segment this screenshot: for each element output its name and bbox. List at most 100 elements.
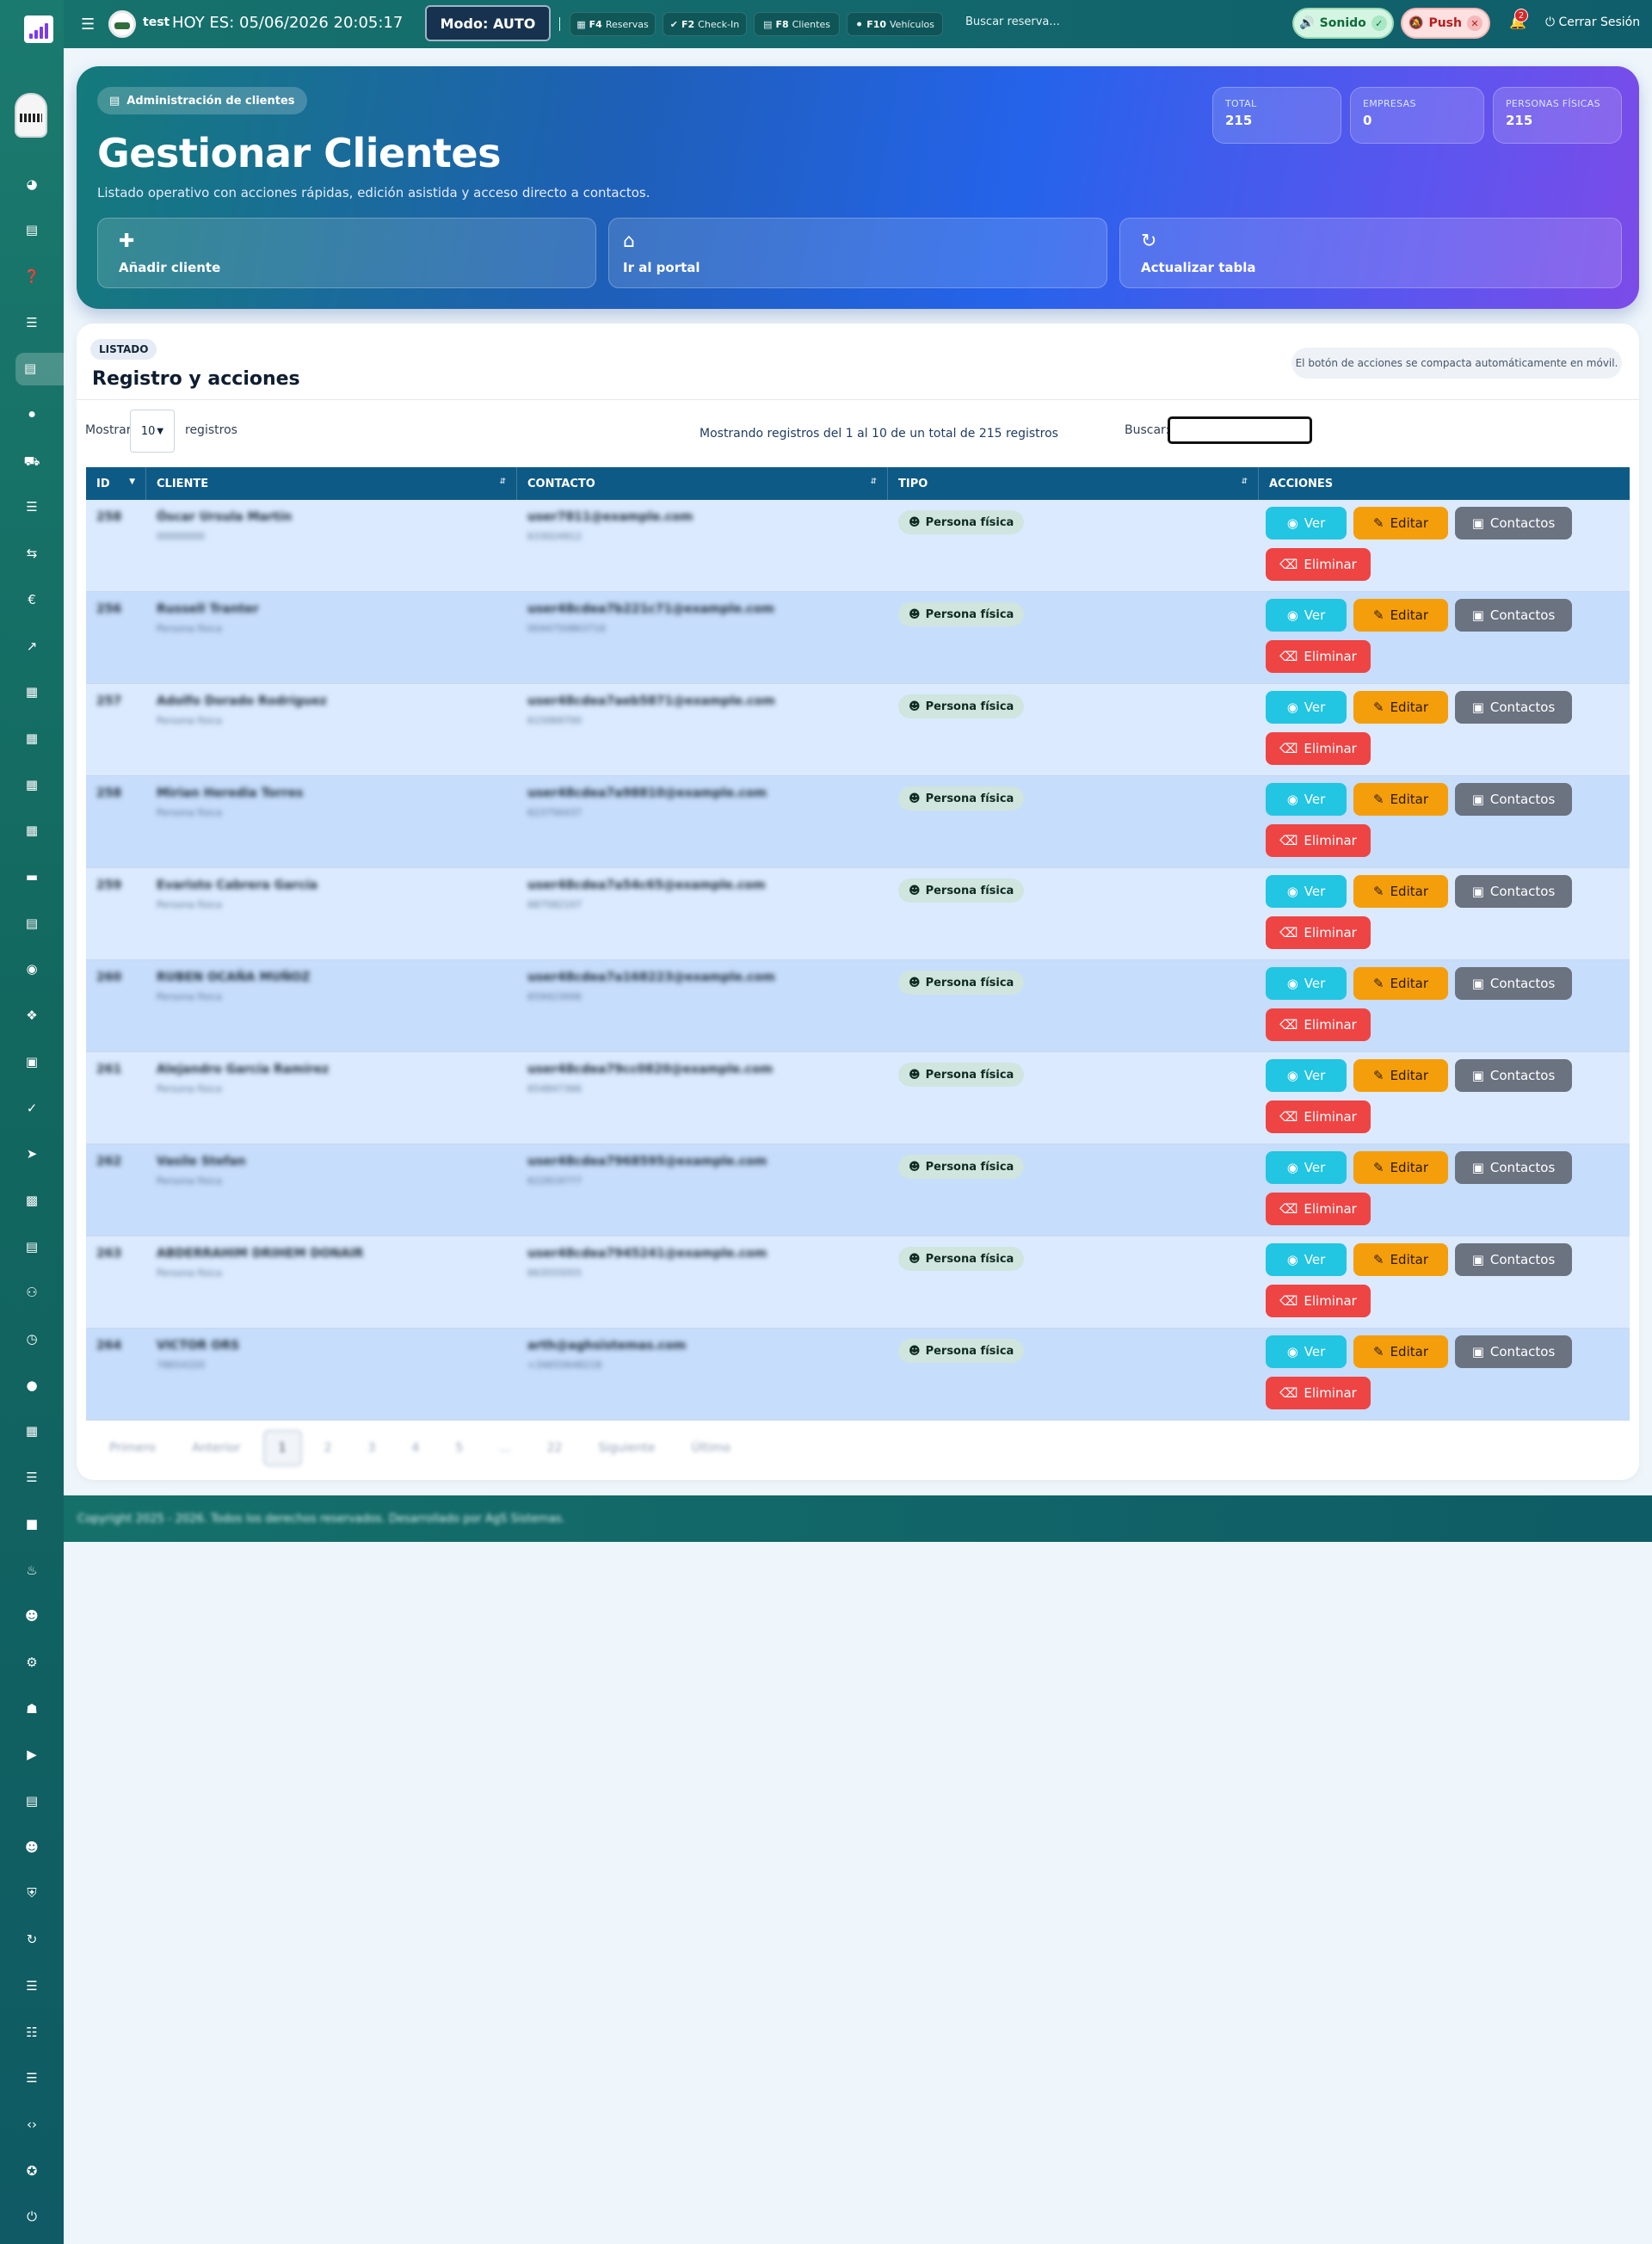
page-link[interactable]: ... xyxy=(485,1430,524,1466)
view-button[interactable]: ◉ Ver xyxy=(1266,1335,1347,1368)
page-link[interactable]: 4 xyxy=(398,1430,433,1466)
building-icon[interactable]: ▦ xyxy=(19,818,45,844)
list-ol-icon[interactable]: ☰ xyxy=(19,2066,45,2092)
logout-button[interactable]: ⏻ Cerrar Sesión xyxy=(1545,15,1640,29)
page-link[interactable]: 22 xyxy=(533,1430,576,1466)
warehouse-icon[interactable]: ☗ xyxy=(19,1696,45,1722)
book-icon[interactable]: ▤ xyxy=(19,1789,45,1815)
camera-icon[interactable]: ◉ xyxy=(19,957,45,983)
delete-button[interactable]: ⌫ Eliminar xyxy=(1266,824,1371,857)
delete-button[interactable]: ⌫ Eliminar xyxy=(1266,1193,1371,1225)
view-button[interactable]: ◉ Ver xyxy=(1266,599,1347,632)
contacts-button[interactable]: ▣ Contactos xyxy=(1455,967,1572,1000)
clock-icon[interactable]: ◷ xyxy=(19,1327,45,1353)
contacts-button[interactable]: ▣ Contactos xyxy=(1455,1243,1572,1276)
car-icon[interactable]: ⚫ xyxy=(19,403,45,428)
video-icon[interactable]: ▶ xyxy=(19,1742,45,1768)
delete-button[interactable]: ⌫ Eliminar xyxy=(1266,1100,1371,1133)
receipt-icon[interactable]: ▣ xyxy=(19,1049,45,1075)
edit-button[interactable]: ✎ Editar xyxy=(1353,875,1448,908)
delete-button[interactable]: ⌫ Eliminar xyxy=(1266,548,1371,581)
chart-icon[interactable]: ↗ xyxy=(19,633,45,659)
edit-button[interactable]: ✎ Editar xyxy=(1353,967,1448,1000)
chip-icon[interactable]: ■ xyxy=(19,1511,45,1537)
calendar-day-icon[interactable]: ▦ xyxy=(19,772,45,798)
contacts-button[interactable]: ▣ Contactos xyxy=(1455,507,1572,539)
page-link[interactable]: Anterior xyxy=(178,1430,255,1466)
column-contacto[interactable]: CONTACTO ⇵ xyxy=(517,467,888,500)
user-lock-icon[interactable]: ☻ xyxy=(19,1834,45,1860)
edit-button[interactable]: ✎ Editar xyxy=(1353,691,1448,724)
user-icon[interactable]: ☻ xyxy=(19,1604,45,1630)
antenna-icon[interactable]: ✪ xyxy=(19,2158,45,2184)
sound-toggle[interactable]: 🔊 Sonido ✓ xyxy=(1292,8,1394,39)
truck-icon[interactable]: ⛟ xyxy=(19,448,45,474)
contacts-button[interactable]: ▣ Contactos xyxy=(1455,1151,1572,1184)
delete-button[interactable]: ⌫ Eliminar xyxy=(1266,732,1371,765)
edit-button[interactable]: ✎ Editar xyxy=(1353,1335,1448,1368)
clients-icon[interactable]: ▤ xyxy=(15,352,64,385)
view-button[interactable]: ◉ Ver xyxy=(1266,1243,1347,1276)
layers-icon[interactable]: ☰ xyxy=(19,495,45,521)
shortcut-clientes[interactable]: ▤ F8 Clientes xyxy=(754,12,840,36)
contacts-button[interactable]: ▣ Contactos xyxy=(1455,783,1572,816)
column-id[interactable]: ID ▼ xyxy=(86,467,146,500)
page-size-select[interactable]: 10 ▼ xyxy=(130,410,175,453)
view-button[interactable]: ◉ Ver xyxy=(1266,875,1347,908)
menu-toggle-icon[interactable]: ☰ xyxy=(81,15,95,34)
contacts-button[interactable]: ▣ Contactos xyxy=(1455,599,1572,632)
check-icon[interactable]: ✓ xyxy=(19,1095,45,1121)
delete-button[interactable]: ⌫ Eliminar xyxy=(1266,1377,1371,1409)
app-logo-icon[interactable] xyxy=(24,15,53,43)
contacts-button[interactable]: ▣ Contactos xyxy=(1455,875,1572,908)
file-icon[interactable]: ▤ xyxy=(19,218,45,244)
euro-icon[interactable]: € xyxy=(19,587,45,613)
contacts-button[interactable]: ▣ Contactos xyxy=(1455,1059,1572,1092)
help-icon[interactable]: ❓ xyxy=(19,263,45,289)
dashboard-icon[interactable]: ◕ xyxy=(19,171,45,197)
page-link[interactable]: Primero xyxy=(96,1430,170,1466)
page-link[interactable]: Siguiente xyxy=(584,1430,669,1466)
page-link[interactable]: 1 xyxy=(262,1430,302,1466)
box-icon[interactable]: ▦ xyxy=(19,1419,45,1445)
add-client-button[interactable]: ✚ Añadir cliente xyxy=(97,218,596,288)
view-button[interactable]: ◉ Ver xyxy=(1266,1151,1347,1184)
server-icon[interactable]: ☰ xyxy=(19,1973,45,1999)
shortcut-checkin[interactable]: ✔ F2 Check-In xyxy=(663,12,747,36)
edit-button[interactable]: ✎ Editar xyxy=(1353,783,1448,816)
code-icon[interactable]: ‹› xyxy=(19,2111,45,2137)
power-icon[interactable]: ⏻ xyxy=(19,2204,45,2230)
page-link[interactable]: Último xyxy=(677,1430,744,1466)
sign-out-icon[interactable]: ➤ xyxy=(19,1142,45,1168)
view-button[interactable]: ◉ Ver xyxy=(1266,507,1347,539)
delete-button[interactable]: ⌫ Eliminar xyxy=(1266,1285,1371,1317)
column-cliente[interactable]: CLIENTE ⇵ xyxy=(146,467,517,500)
refresh-table-button[interactable]: ↻ Actualizar tabla xyxy=(1119,218,1622,288)
table-search-input[interactable] xyxy=(1168,416,1312,444)
document-icon[interactable]: ▤ xyxy=(19,910,45,936)
cogs-icon[interactable]: ⚙ xyxy=(19,1649,45,1675)
coins-icon[interactable]: ● xyxy=(19,1372,45,1398)
contacts-button[interactable]: ▣ Contactos xyxy=(1455,691,1572,724)
page-link[interactable]: 2 xyxy=(311,1430,346,1466)
view-button[interactable]: ◉ Ver xyxy=(1266,967,1347,1000)
transfer-icon[interactable]: ⇆ xyxy=(19,541,45,567)
shortcut-vehiculos[interactable]: ⚫ F10 Vehículos xyxy=(847,12,943,36)
shield-icon[interactable]: ⛨ xyxy=(19,1881,45,1907)
edit-button[interactable]: ✎ Editar xyxy=(1353,507,1448,539)
tasks-icon[interactable]: ☰ xyxy=(19,1465,45,1491)
bell-icon[interactable]: ♨ xyxy=(19,1557,45,1583)
delete-button[interactable]: ⌫ Eliminar xyxy=(1266,1008,1371,1041)
card-icon[interactable]: ▬ xyxy=(19,865,45,891)
edit-button[interactable]: ✎ Editar xyxy=(1353,1059,1448,1092)
view-button[interactable]: ◉ Ver xyxy=(1266,783,1347,816)
column-tipo[interactable]: TIPO ⇵ xyxy=(888,467,1259,500)
edit-button[interactable]: ✎ Editar xyxy=(1353,1151,1448,1184)
users-icon[interactable]: ⚇ xyxy=(19,1280,45,1306)
mode-button[interactable]: Modo: AUTO xyxy=(425,5,551,41)
inbox-icon[interactable]: ▩ xyxy=(19,1187,45,1213)
view-button[interactable]: ◉ Ver xyxy=(1266,691,1347,724)
broadcast-icon[interactable]: ❖ xyxy=(19,1003,45,1029)
push-toggle[interactable]: 🔕 Push ✕ xyxy=(1401,8,1490,39)
contacts-button[interactable]: ▣ Contactos xyxy=(1455,1335,1572,1368)
